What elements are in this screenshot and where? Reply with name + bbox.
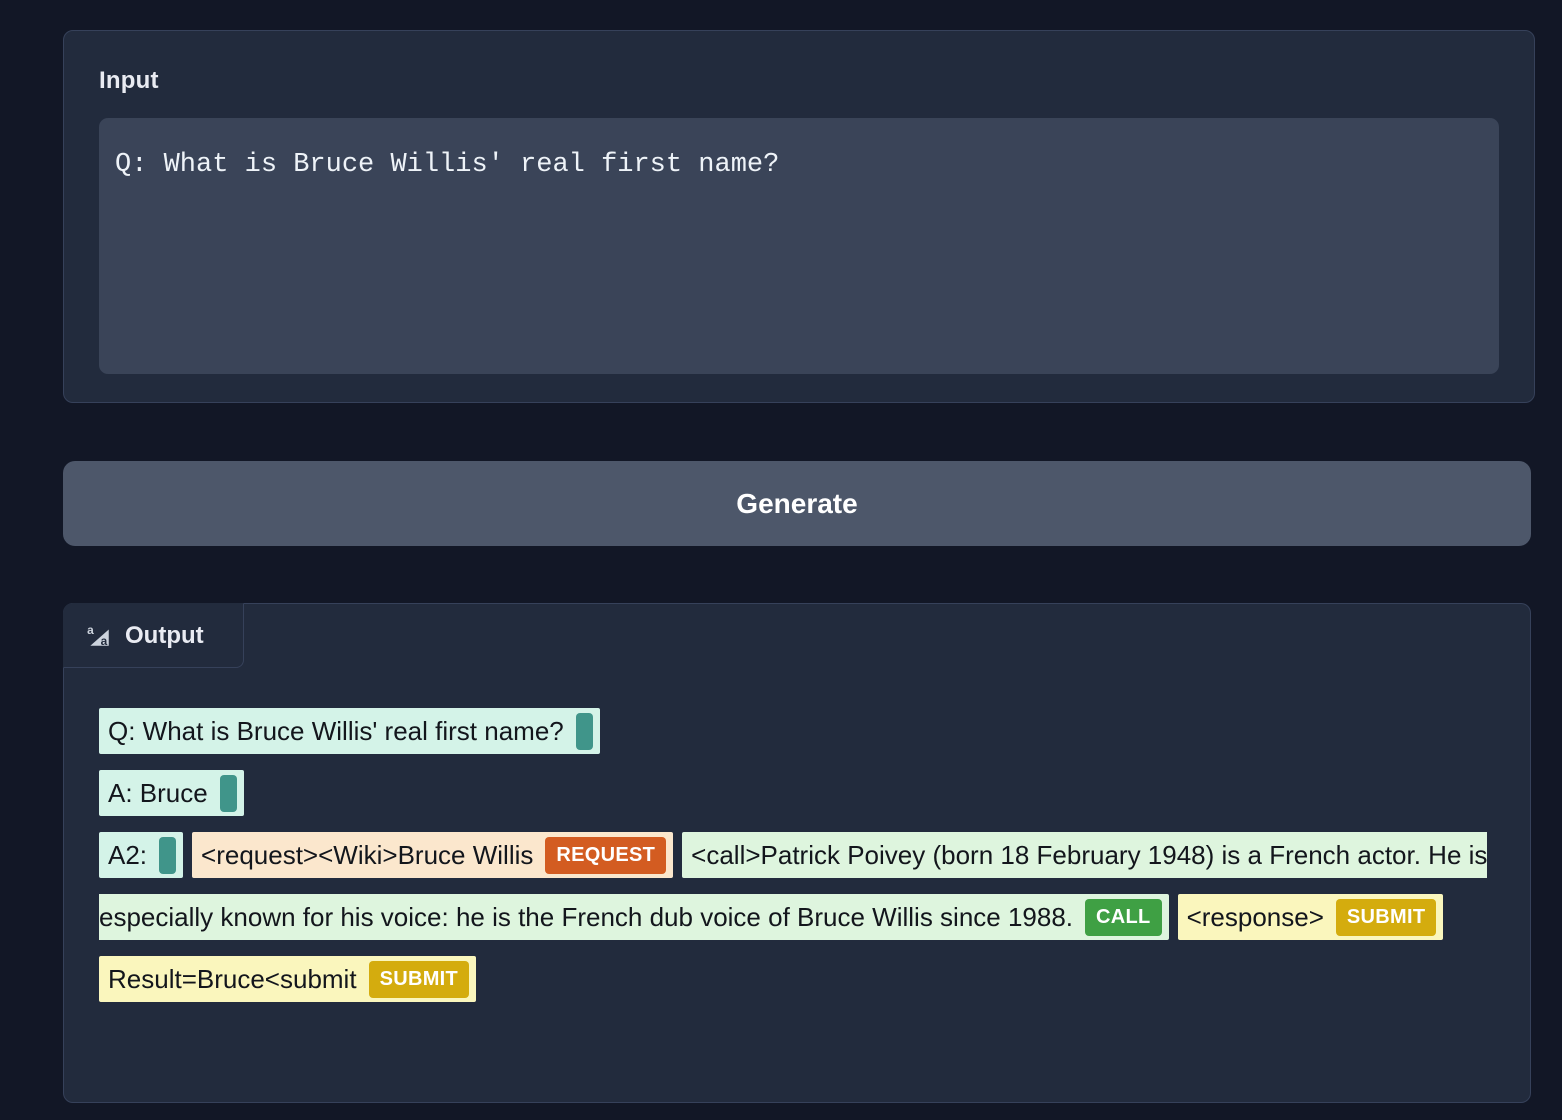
svg-text:a: a [87,623,94,637]
svg-text:a: a [101,634,108,648]
output-segment-answer: Q: What is Bruce Willis' real first name… [99,708,600,754]
output-tab: a a Output [63,603,244,668]
output-panel: a a Output Q: What is Bruce Willis' real… [63,603,1531,1103]
output-segment-request: <request><Wiki>Bruce WillisREQUEST [192,832,673,878]
segment-label-chip: SUBMIT [369,961,469,998]
output-tab-label: Output [125,622,204,650]
highlight-text-icon: a a [86,623,112,649]
segment-label-chip [220,775,237,812]
segment-label-chip [576,713,593,750]
output-segment-answer: A: Bruce [99,770,244,816]
segment-label-chip: REQUEST [545,837,666,874]
input-textarea[interactable]: Q: What is Bruce Willis' real first name… [99,118,1499,374]
output-segment-submit: <response>SUBMIT [1178,894,1444,940]
output-segment-submit: Result=Bruce<submitSUBMIT [99,956,476,1002]
input-panel-label: Input [99,67,159,95]
segment-label-chip: CALL [1085,899,1162,936]
generate-button[interactable]: Generate [63,461,1531,546]
highlighted-text: Q: What is Bruce Willis' real first name… [99,700,1499,1010]
input-panel: Input Q: What is Bruce Willis' real firs… [63,30,1535,403]
output-segment-answer: A2: [99,832,183,878]
segment-label-chip [159,837,176,874]
segment-label-chip: SUBMIT [1336,899,1436,936]
